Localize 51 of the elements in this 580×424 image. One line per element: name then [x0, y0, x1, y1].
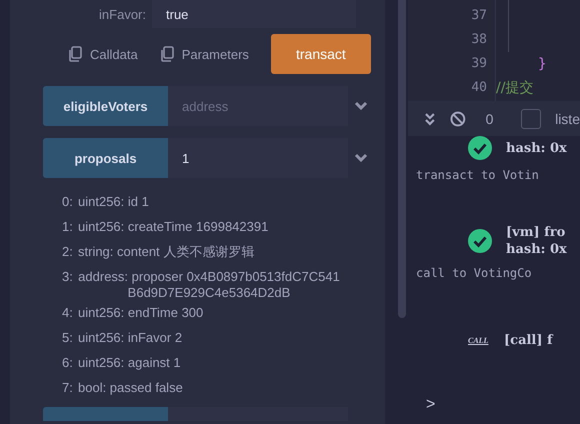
output-index: 3: — [62, 269, 74, 285]
output-value: uint256: inFavor 2 — [78, 330, 182, 346]
listen-checkbox[interactable] — [521, 108, 542, 128]
input-field[interactable]: address — [168, 86, 348, 126]
log-text: hash: 0x — [506, 140, 567, 156]
code-comment: //提交 — [496, 80, 534, 96]
check-circle-icon — [468, 229, 492, 253]
clear-icon[interactable] — [450, 110, 466, 126]
log-text: [call] f — [504, 332, 553, 349]
input-field[interactable]: 1 — [168, 138, 348, 178]
copy-button[interactable]: Calldata — [68, 46, 138, 62]
listen-label: liste — [555, 110, 580, 126]
output-value: uint256: createTime 1699842391 — [78, 219, 268, 235]
line-number: 37 — [470, 7, 488, 25]
copy-icon — [68, 46, 82, 62]
chevron-down-icon[interactable] — [354, 153, 368, 163]
double-chevron-down-icon[interactable] — [424, 112, 436, 126]
output-value: bool: passed false — [78, 380, 183, 396]
copy-icon — [160, 46, 174, 62]
output-index: 0: — [62, 194, 74, 210]
input-field[interactable] — [168, 407, 348, 421]
output-index: 7: — [62, 380, 74, 396]
copy-button[interactable]: Parameters — [160, 46, 249, 62]
line-number: 39 — [470, 55, 488, 73]
output-index: 1: — [62, 219, 74, 235]
check-circle-icon — [468, 136, 492, 160]
log-summary[interactable]: call to VotingCo — [416, 266, 580, 280]
log-summary[interactable]: transact to Votin — [416, 168, 580, 182]
call-label: CALL — [468, 336, 490, 345]
output-index: 2: — [62, 244, 74, 260]
output-value: uint256: id 1 — [78, 194, 149, 210]
scrollbar-thumb[interactable] — [398, 0, 406, 318]
log-text: [vm] fro — [506, 224, 566, 241]
input-field[interactable]: true — [152, 0, 356, 28]
output-value: uint256: endTime 300 — [78, 305, 204, 321]
line-number: 38 — [470, 31, 488, 49]
output-index: 6: — [62, 355, 74, 371]
chevron-down-icon[interactable] — [354, 101, 368, 111]
line-number: 40 — [470, 79, 488, 97]
output-index: 4: — [62, 305, 74, 321]
log-text: hash: 0x — [506, 241, 567, 258]
transact-button[interactable]: transact — [270, 34, 371, 74]
output-index: 5: — [62, 330, 74, 346]
pending-count: 0 — [486, 110, 494, 126]
output-value: string: content 人类不感谢罗辑 — [78, 244, 254, 260]
function-button[interactable]: eligibleVoters — [43, 86, 168, 126]
function-button[interactable]: proposals — [43, 138, 168, 178]
output-value: uint256: against 1 — [78, 355, 181, 371]
code-brace: } — [538, 56, 546, 72]
field-label: inFavor: — [98, 6, 147, 22]
prompt-chevron[interactable]: > — [426, 396, 436, 414]
